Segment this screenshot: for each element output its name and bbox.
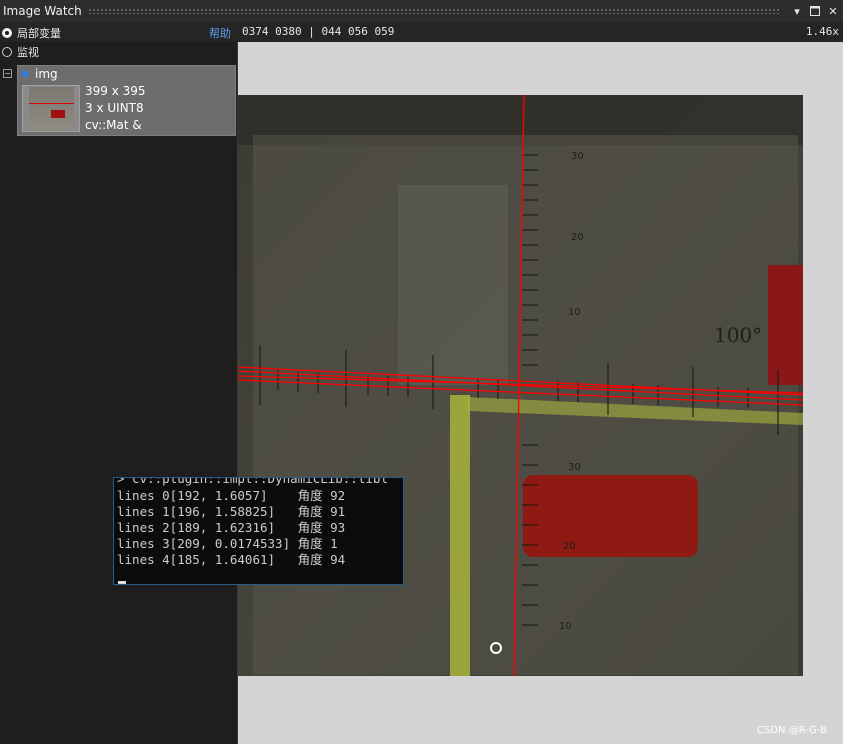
maximize-icon[interactable] — [807, 3, 823, 19]
image-text-100deg: 100° — [714, 323, 763, 347]
image-canvas[interactable]: 100° 30 20 10 30 20 10 — [238, 95, 803, 676]
toolbar: 局部变量 帮助 0374 0380 | 044 056 059 1.46x — [0, 22, 843, 42]
zoom-level: 1.46x — [805, 25, 839, 38]
radio-watch[interactable]: 监视 — [2, 44, 39, 60]
watermark: CSDN @R-G-B — [756, 725, 827, 736]
image-tick-label: 30 — [568, 462, 581, 473]
close-icon[interactable]: ✕ — [825, 3, 841, 19]
camera-image — [238, 95, 803, 676]
window-title: Image Watch — [3, 4, 82, 18]
radio-unselected-icon[interactable] — [2, 47, 12, 57]
console-line: > cv::plugin::impl::DynamicLib::libl — [117, 477, 388, 486]
pixel-info: 0374 0380 | 044 056 059 — [242, 25, 395, 38]
drag-grip[interactable] — [87, 8, 779, 14]
image-tick-label: 10 — [568, 307, 581, 318]
console-cursor — [118, 581, 126, 584]
variable-type-icon — [22, 71, 28, 77]
image-thumbnail[interactable] — [22, 85, 80, 132]
variable-size: 399 x 395 — [85, 84, 146, 98]
thumbnail-red-block — [51, 110, 65, 118]
collapse-icon[interactable]: − — [3, 69, 12, 78]
radio-local-label: 局部变量 — [17, 27, 61, 40]
variable-type: cv::Mat & — [85, 118, 142, 132]
title-bar: Image Watch ▾ ✕ — [0, 0, 843, 22]
image-tick-label: 20 — [563, 541, 576, 552]
radio-watch-label: 监视 — [17, 46, 39, 59]
thumbnail-image — [29, 87, 74, 130]
radio-local-variables[interactable]: 局部变量 — [2, 25, 61, 41]
console-line: lines 2[189, 1.62316] 角度 93 — [117, 520, 346, 535]
console-line: lines 4[185, 1.64061] 角度 94 — [117, 552, 346, 567]
radio-selected-icon[interactable] — [2, 28, 12, 38]
image-tick-label: 10 — [559, 621, 572, 632]
image-tick-label: 30 — [571, 151, 584, 162]
variables-panel: 监视 − img 399 x 395 3 x UINT8 cv::Mat & — [0, 42, 238, 744]
console-line: lines 0[192, 1.6057] 角度 92 — [117, 488, 346, 503]
variable-name: img — [35, 67, 58, 81]
console-line: lines 3[209, 0.0174533] 角度 1 — [117, 536, 338, 551]
variable-channels: 3 x UINT8 — [85, 101, 144, 115]
console-line: lines 1[196, 1.58825] 角度 91 — [117, 504, 346, 519]
dropdown-icon[interactable]: ▾ — [789, 3, 805, 19]
thumbnail-red-line — [29, 103, 74, 104]
console-window[interactable]: > cv::plugin::impl::DynamicLib::libl lin… — [113, 477, 404, 585]
image-viewer[interactable]: 100° 30 20 10 30 20 10 CSDN @R-G-B — [238, 42, 843, 744]
help-link[interactable]: 帮助 — [209, 25, 231, 41]
variable-item-img[interactable]: img 399 x 395 3 x UINT8 cv::Mat & — [17, 65, 236, 136]
image-tick-label: 20 — [571, 232, 584, 243]
